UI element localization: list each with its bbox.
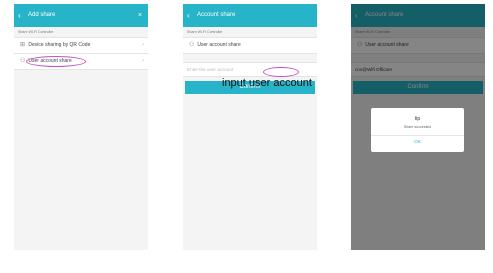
page-title: Add share: [28, 12, 56, 18]
instruction-annotation: input user account: [222, 77, 312, 89]
chevron-right-icon: ›: [142, 42, 144, 48]
success-dialog: tip Share successful OK: [371, 108, 464, 152]
highlight-oval: [26, 56, 86, 67]
dialog-title: tip: [414, 116, 421, 122]
highlight-oval: [263, 67, 299, 77]
user-icon: ⚇: [189, 42, 195, 48]
screen-add-share: ‹ Add share × Share Wi-Fi Controller ⊞ D…: [14, 4, 148, 250]
qr-icon: ⊞: [20, 42, 26, 48]
account-share-row: ⚇ User account share: [183, 37, 317, 54]
top-bar: ‹ Add share ×: [14, 4, 148, 27]
account-share-label: User account share: [197, 42, 241, 48]
chevron-right-icon: ›: [142, 58, 144, 64]
back-arrow-icon[interactable]: ‹: [187, 4, 190, 27]
page-title: Account share: [197, 12, 236, 18]
back-arrow-icon[interactable]: ‹: [18, 4, 21, 27]
section-label: Share Wi-Fi Controller: [187, 30, 223, 34]
user-account-placeholder: Enter the user account: [187, 67, 234, 72]
qr-share-item[interactable]: ⊞ Device sharing by QR Code ›: [14, 37, 148, 54]
section-label: Share Wi-Fi Controller: [18, 30, 54, 34]
dialog-message: Share successful: [403, 125, 432, 129]
top-bar: ‹ Account share: [183, 4, 317, 27]
dialog-ok-button[interactable]: OK: [371, 139, 464, 144]
screen-account-share: ‹ Account share Share Wi-Fi Controller ⚇…: [183, 4, 317, 250]
qr-share-label: Device sharing by QR Code: [28, 42, 91, 48]
dialog-divider: [371, 135, 464, 136]
close-icon[interactable]: ×: [138, 4, 142, 27]
screen-share-result: ‹ Account share Share Wi-Fi Controller ⚇…: [351, 4, 485, 250]
